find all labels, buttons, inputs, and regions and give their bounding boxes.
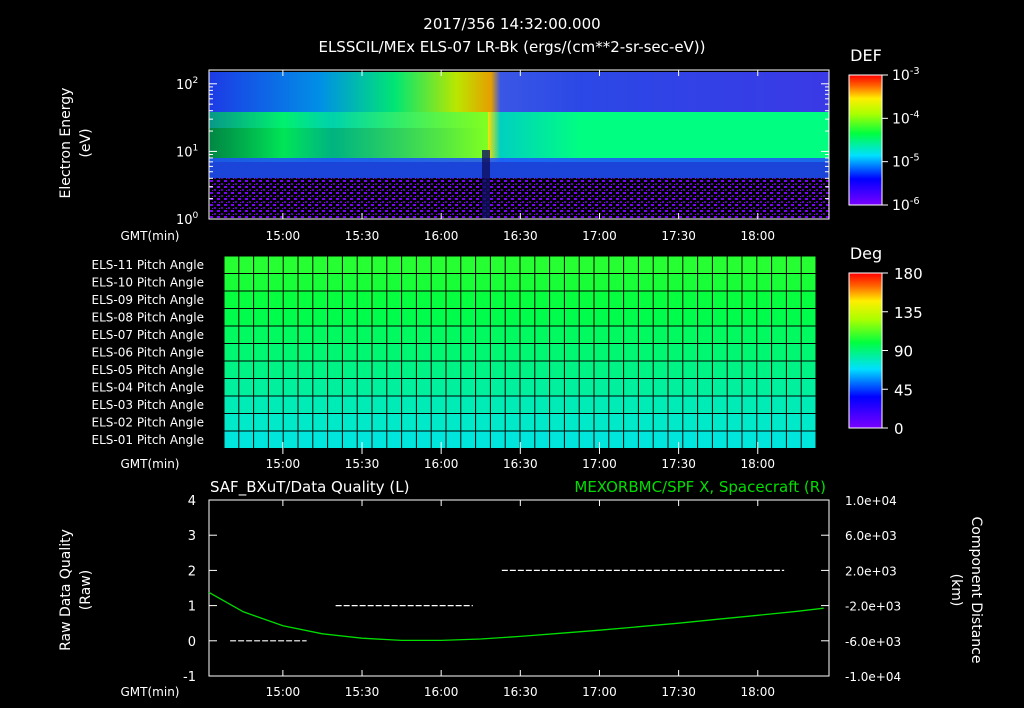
y-tick-label: 2: [188, 564, 196, 579]
y-tick-right-label: 6.0e+03: [845, 529, 897, 543]
pitch-row-label: ELS-09 Pitch Angle: [92, 293, 204, 307]
figure-subtitle: ELSSCIL/MEx ELS-07 LR-Bk (ergs/(cm**2-sr…: [318, 38, 705, 56]
quality-left-title: SAF_BXuT/Data Quality (L): [210, 478, 410, 497]
colorbar-tick-label: 10-3: [892, 66, 920, 84]
quality-xaxis: 15:00 15:30 16:00 16:30 17:00 17:30 18:00: [266, 500, 775, 699]
spectrogram-ylabel: Electron Energy: [58, 88, 74, 199]
spectrogram-panel: 100 101 102 15:00 15:30 16:00 16:30 17:00 17:30…: [58, 46, 920, 243]
colorbar-def: [848, 74, 883, 206]
quality-series: [208, 569, 824, 642]
x-tick-label: 16:00: [424, 229, 459, 243]
quality-right-title: MEXORBMC/SPF X, Spacecraft (R): [574, 478, 826, 496]
colorbar-tick-label: 45: [894, 381, 913, 399]
quality-ylabel-left: Raw Data Quality: [58, 529, 74, 651]
colorbar-tick-label: 10-4: [892, 109, 920, 127]
quality-frame: [208, 499, 830, 677]
x-tick-label: 16:30: [503, 685, 538, 699]
x-tick-label: 17:00: [582, 685, 617, 699]
spectrogram-gap: [482, 150, 490, 219]
colorbar-deg: [848, 272, 883, 429]
x-tick-label: 17:00: [582, 457, 617, 471]
pitch-row-label: ELS-08 Pitch Angle: [92, 311, 204, 325]
y-tick-right-label: -6.0e+03: [845, 635, 901, 649]
x-tick-label: 18:00: [740, 229, 775, 243]
quality-right-axis: 1.0e+04 6.0e+03 2.0e+03 -2.0e+03 -6.0e+03 -1.…: [821, 494, 901, 684]
colorbar-tick-label: 10-5: [892, 153, 920, 171]
figure: 2017/356 14:32:00.000 ELSSCIL/MEx ELS-07…: [58, 15, 984, 699]
pitch-grid: [223, 255, 817, 449]
pitch-row-label: ELS-05 Pitch Angle: [92, 363, 204, 377]
y-tick-label: 100: [176, 211, 199, 228]
colorbar-deg-ticks: 180 135 90 45 0: [882, 265, 923, 438]
x-tick-label: 15:00: [266, 229, 301, 243]
quality-yunit-right: (km): [948, 574, 964, 607]
x-tick-label: 16:30: [503, 229, 538, 243]
spectrogram-low-band: [209, 158, 829, 178]
y-tick-label: 101: [176, 143, 198, 160]
x-tick-label: 16:00: [424, 685, 459, 699]
pitch-xlabel: GMT(min): [121, 457, 180, 471]
spectrogram-yunit: (eV): [78, 128, 94, 157]
y-tick-label: -1: [183, 670, 196, 685]
distance-line: [208, 591, 824, 642]
pitch-row-label: ELS-07 Pitch Angle: [92, 328, 204, 342]
pitch-row-label: ELS-02 Pitch Angle: [92, 416, 204, 430]
x-tick-label: 15:00: [266, 457, 301, 471]
y-tick-right-label: -1.0e+04: [845, 670, 901, 684]
x-tick-label: 17:30: [661, 457, 696, 471]
colorbar-def-label: DEF: [850, 46, 882, 65]
pitch-row-labels: ELS-11 Pitch Angle ELS-10 Pitch Angle ELS-…: [92, 258, 204, 447]
x-tick-label: 17:30: [661, 685, 696, 699]
pitch-row-label: ELS-06 Pitch Angle: [92, 346, 204, 360]
x-tick-label: 15:30: [345, 457, 380, 471]
pitch-row-label: ELS-03 Pitch Angle: [92, 398, 204, 412]
pitch-row-label: ELS-11 Pitch Angle: [92, 258, 204, 272]
x-tick-label: 15:00: [266, 685, 301, 699]
spectrogram-noise-band: [209, 178, 829, 219]
pitch-row-label: ELS-01 Pitch Angle: [92, 433, 204, 447]
colorbar-deg-label: Deg: [850, 244, 882, 263]
colorbar-tick-label: 0: [894, 420, 904, 438]
y-tick-label: 0: [188, 635, 196, 650]
quality-ylabel-right: Component Distance: [968, 517, 984, 664]
pitch-row-label: ELS-10 Pitch Angle: [92, 276, 204, 290]
x-tick-label: 17:00: [582, 229, 617, 243]
colorbar-tick-label: 180: [894, 265, 923, 283]
colorbar-tick-label: 90: [894, 343, 913, 361]
y-tick-right-label: 1.0e+04: [845, 494, 897, 508]
quality-panel: SAF_BXuT/Data Quality (L) MEXORBMC/SPF X…: [58, 478, 984, 699]
x-tick-label: 16:30: [503, 457, 538, 471]
quality-xlabel: GMT(min): [121, 685, 180, 699]
y-tick-label: 102: [176, 76, 198, 93]
x-tick-label: 15:30: [345, 685, 380, 699]
pitch-row-label: ELS-04 Pitch Angle: [92, 381, 204, 395]
x-tick-label: 18:00: [740, 685, 775, 699]
y-tick-right-label: -2.0e+03: [845, 600, 901, 614]
y-tick-right-label: 2.0e+03: [845, 564, 897, 578]
quality-left-axis: 4 3 2 1 0 -1: [183, 494, 217, 685]
spectrogram-main-band: [209, 112, 829, 162]
colorbar-def-ticks: 10-3 10-4 10-5 10-6: [882, 66, 920, 214]
pitch-panel: ELS-11 Pitch Angle ELS-10 Pitch Angle ELS-…: [92, 244, 923, 471]
y-tick-label: 3: [188, 529, 196, 544]
x-tick-label: 17:30: [661, 229, 696, 243]
colorbar-tick-label: 135: [894, 304, 923, 322]
x-tick-label: 16:00: [424, 457, 459, 471]
x-tick-label: 18:00: [740, 457, 775, 471]
y-tick-label: 1: [188, 600, 196, 615]
colorbar-tick-label: 10-6: [892, 196, 920, 214]
y-tick-label: 4: [188, 494, 196, 509]
x-tick-label: 15:30: [345, 229, 380, 243]
spectrogram-xlabel: GMT(min): [121, 229, 180, 243]
figure-timestamp: 2017/356 14:32:00.000: [423, 15, 600, 33]
quality-yunit-left: (Raw): [78, 570, 94, 610]
